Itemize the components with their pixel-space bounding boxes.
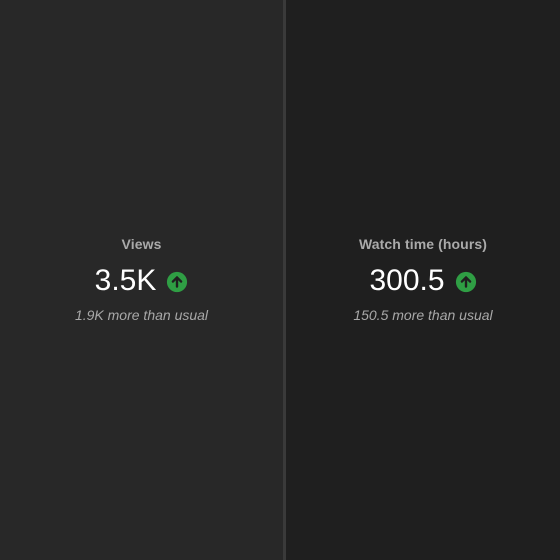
watch-time-metric-panel: Watch time (hours) 300.5 150.5 more than… (286, 0, 560, 560)
watch-time-metric: Watch time (hours) 300.5 150.5 more than… (286, 236, 560, 324)
metric-value-row: 300.5 (286, 264, 560, 298)
views-metric: Views 3.5K 1.9K more than usual (0, 236, 283, 324)
arrow-up-circle-icon (166, 271, 188, 293)
views-metric-panel: Views 3.5K 1.9K more than usual (0, 0, 283, 560)
metric-label: Views (121, 236, 162, 252)
arrow-up-circle-icon (455, 271, 477, 293)
metric-comparison-note: 1.9K more than usual (74, 307, 209, 323)
metric-value: 3.5K (94, 264, 157, 297)
metric-comparison-note: 150.5 more than usual (353, 307, 493, 323)
metrics-card: Views 3.5K 1.9K more than usual Watch ti… (0, 0, 560, 560)
metric-value-row: 3.5K (0, 264, 283, 298)
metric-value: 300.5 (369, 264, 445, 297)
metric-label: Watch time (hours) (358, 236, 488, 252)
